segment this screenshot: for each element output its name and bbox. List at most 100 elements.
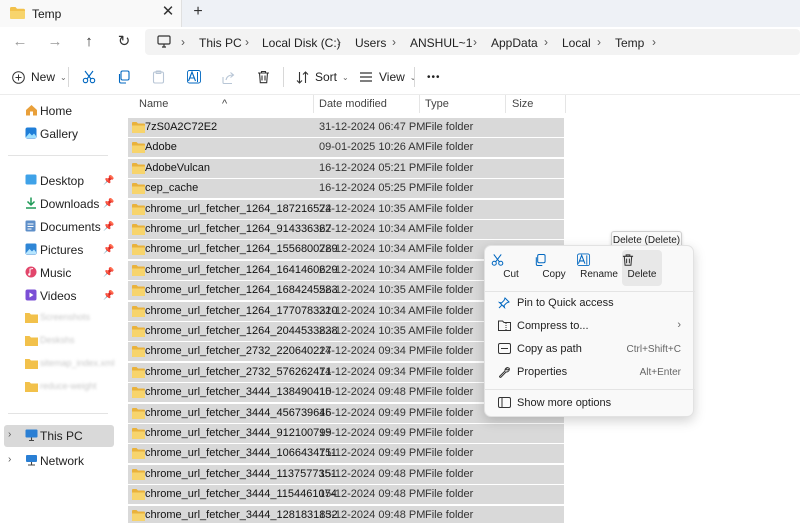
pin-icon[interactable]: 📌: [103, 244, 114, 255]
breadcrumb-local[interactable]: Local: [562, 36, 591, 50]
new-tab-icon[interactable]: +: [190, 4, 206, 20]
folder-icon: [25, 335, 38, 347]
chevron-right-icon: ›: [245, 35, 249, 49]
new-button[interactable]: New ⌄: [12, 67, 67, 87]
sidebar-item-documents[interactable]: Documents 📌: [0, 216, 116, 238]
sidebar-item-music[interactable]: Music 📌: [0, 262, 116, 284]
folder-icon: [132, 142, 145, 154]
breadcrumb-appdata[interactable]: AppData: [491, 36, 538, 50]
address-bar[interactable]: › This PC › Local Disk (C:) › Users › AN…: [145, 29, 800, 55]
table-row[interactable]: AdobeVulcan 16-12-2024 05:21 PM File folde…: [128, 158, 564, 178]
breadcrumb-user[interactable]: ANSHUL~1: [410, 36, 472, 50]
file-date-modified: 22-12-2024 10:34 AM: [319, 223, 425, 235]
file-type: File folder: [425, 508, 474, 521]
folder-icon: [132, 203, 145, 215]
table-row[interactable]: cep_cache 16-12-2024 05:25 PM File folder: [128, 179, 564, 199]
cut-button[interactable]: Cut: [491, 250, 531, 286]
close-tab-icon[interactable]: ✕: [160, 4, 176, 20]
sidebar-item-folder[interactable]: Deskshs: [0, 331, 116, 353]
folder-icon: [10, 7, 25, 19]
sidebar-item-folder[interactable]: sitemap_index.xml: [0, 354, 116, 376]
column-size[interactable]: Size: [512, 98, 533, 110]
sidebar-item-folder[interactable]: reduce-weight: [0, 377, 116, 399]
breadcrumb-temp[interactable]: Temp: [615, 36, 644, 50]
column-name[interactable]: Name: [139, 98, 168, 110]
more-options-icon[interactable]: •••: [427, 67, 441, 87]
menu-item-show-more-options[interactable]: Show more options: [489, 392, 691, 414]
table-row[interactable]: chrome_url_fetcher_3444_1066434711 15-12-…: [128, 444, 564, 464]
delete-button[interactable]: [257, 67, 270, 87]
sidebar-item-downloads[interactable]: Downloads 📌: [0, 193, 116, 215]
column-divider[interactable]: [565, 95, 566, 113]
up-icon[interactable]: ↑: [80, 33, 98, 51]
sidebar-item-label: sitemap_index.xml: [40, 358, 115, 368]
chevron-right-icon: ›: [597, 35, 601, 49]
table-row[interactable]: chrome_url_fetcher_3444_1154461074 15-12-…: [128, 485, 564, 505]
delete-button[interactable]: Delete: [622, 250, 662, 286]
copy-button[interactable]: [117, 67, 130, 87]
back-icon[interactable]: ←: [11, 33, 29, 51]
rename-button[interactable]: [187, 67, 202, 87]
column-divider[interactable]: [313, 95, 314, 113]
menu-item-copy-as-path[interactable]: Copy as path Ctrl+Shift+C: [489, 338, 691, 360]
chevron-right-icon[interactable]: ›: [8, 429, 11, 440]
sidebar-item-videos[interactable]: Videos 📌: [0, 285, 116, 307]
column-divider[interactable]: [419, 95, 420, 113]
sidebar-item-home[interactable]: Home: [0, 100, 116, 122]
breadcrumb-users[interactable]: Users: [355, 36, 386, 50]
file-date-modified: 22-12-2024 10:34 AM: [319, 263, 425, 276]
table-row[interactable]: chrome_url_fetcher_1264_187216574 22-12-2…: [128, 199, 564, 219]
navigation-bar: ← → ↑ ↻ › This PC › Local Disk (C:) › Us…: [0, 27, 800, 57]
column-date-modified[interactable]: Date modified: [319, 98, 387, 110]
folder-icon: [132, 122, 145, 133]
divider: [414, 67, 415, 87]
copy-button[interactable]: Copy: [534, 250, 574, 286]
menu-item-properties[interactable]: Properties Alt+Enter: [489, 361, 691, 383]
rename-icon: [187, 70, 202, 84]
file-name: 7zS0A2C72E2: [145, 121, 218, 133]
sort-button[interactable]: Sort ⌄: [296, 67, 349, 87]
view-list-icon: [359, 71, 373, 83]
cut-button[interactable]: [82, 67, 96, 87]
pin-icon[interactable]: 📌: [103, 198, 114, 209]
pin-icon[interactable]: 📌: [103, 290, 114, 301]
column-divider[interactable]: [505, 95, 506, 113]
table-row[interactable]: Adobe 09-01-2025 10:26 AM File folder: [128, 138, 564, 158]
tab-temp[interactable]: Temp ✕: [0, 0, 182, 27]
table-row[interactable]: chrome_url_fetcher_3444_1137577351 15-12-…: [128, 464, 564, 484]
desktop-icon: [25, 174, 37, 186]
sidebar-item-folder[interactable]: Screenshots: [0, 308, 116, 330]
table-row[interactable]: 7zS0A2C72E2 31-12-2024 06:47 PM File folde…: [128, 118, 564, 137]
column-type[interactable]: Type: [425, 98, 449, 110]
sidebar-item-gallery[interactable]: Gallery: [0, 123, 116, 145]
folder-icon: [25, 358, 38, 370]
sidebar-item-label: Gallery: [40, 127, 79, 141]
menu-item-label: Pin to Quick access: [517, 297, 614, 309]
pin-icon[interactable]: 📌: [103, 175, 114, 186]
file-date-modified: 15-12-2024 09:49 PM: [319, 406, 426, 419]
gallery-icon: [25, 127, 37, 139]
breadcrumb-local-disk[interactable]: Local Disk (C:): [262, 36, 341, 50]
share-button[interactable]: [222, 67, 236, 87]
table-row[interactable]: chrome_url_fetcher_3444_912100799 15-12-2…: [128, 424, 564, 443]
breadcrumb-this-pc[interactable]: This PC: [199, 36, 242, 50]
file-name: chrome_url_fetcher_3444_1066434711: [145, 447, 337, 460]
sidebar-item-pictures[interactable]: Pictures 📌: [0, 239, 116, 261]
paste-button[interactable]: [152, 67, 165, 87]
table-row[interactable]: chrome_url_fetcher_3444_1281831832 15-12-…: [128, 505, 564, 523]
forward-icon[interactable]: →: [46, 33, 64, 51]
view-button[interactable]: View ⌄: [359, 67, 417, 87]
menu-item-pin-quick-access[interactable]: Pin to Quick access: [489, 292, 691, 314]
rename-button[interactable]: Rename: [577, 250, 621, 286]
sidebar-item-label: Network: [40, 454, 85, 468]
sidebar-item-desktop[interactable]: Desktop 📌: [0, 170, 116, 192]
chevron-right-icon[interactable]: ›: [652, 35, 656, 49]
pin-icon[interactable]: 📌: [103, 221, 114, 232]
chevron-right-icon[interactable]: ›: [8, 454, 11, 465]
menu-item-compress[interactable]: Compress to... ›: [489, 315, 691, 337]
refresh-icon[interactable]: ↻: [115, 33, 133, 51]
pin-icon[interactable]: 📌: [103, 267, 114, 278]
sidebar-item-network[interactable]: › Network: [0, 450, 116, 472]
sidebar-item-this-pc[interactable]: › This PC: [4, 425, 114, 447]
table-row[interactable]: chrome_url_fetcher_1264_914336367 22-12-2…: [128, 220, 564, 239]
